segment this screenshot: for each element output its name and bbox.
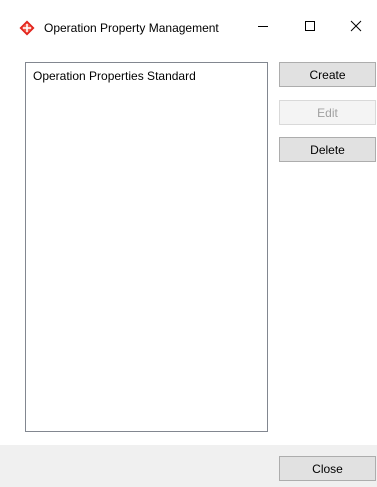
operation-properties-list[interactable]: Operation Properties Standard [25, 62, 268, 432]
maximize-button[interactable] [287, 0, 333, 52]
title-bar[interactable]: Operation Property Management [0, 0, 377, 52]
maximize-icon [305, 21, 315, 31]
create-button[interactable]: Create [279, 62, 376, 87]
red-diamond-icon [19, 20, 35, 36]
close-window-button[interactable] [333, 0, 377, 52]
delete-button[interactable]: Delete [279, 137, 376, 162]
operation-property-management-window: Operation Property Management Operation … [0, 0, 377, 487]
minimize-icon [258, 26, 268, 27]
close-button[interactable]: Close [279, 456, 376, 481]
edit-button[interactable]: Edit [279, 100, 376, 125]
window-title: Operation Property Management [44, 21, 219, 35]
close-icon [350, 20, 362, 32]
list-item[interactable]: Operation Properties Standard [33, 69, 196, 83]
minimize-button[interactable] [240, 0, 286, 52]
